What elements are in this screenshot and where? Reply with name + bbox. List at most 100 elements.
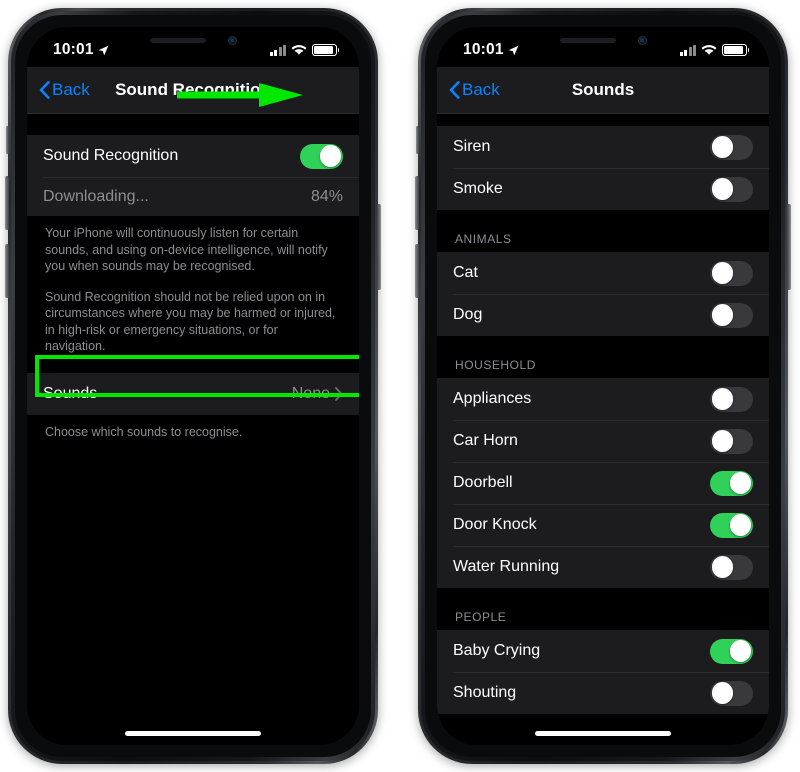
sound-toggle-appliances[interactable] (710, 386, 753, 412)
back-button-label: Back (462, 80, 500, 99)
sound-row-label: Doorbell (453, 474, 513, 491)
battery-icon (722, 44, 750, 56)
sound-row-label: Smoke (453, 180, 503, 197)
location-arrow-icon (508, 45, 518, 55)
sound-toggle-water-running[interactable] (710, 554, 753, 580)
back-button-label: Back (52, 80, 90, 99)
home-indicator-left[interactable] (125, 731, 261, 736)
sound-recognition-toggle[interactable] (300, 143, 343, 169)
status-indicators (679, 44, 750, 56)
notch-left (109, 27, 277, 53)
sound-row-label: Dog (453, 306, 483, 323)
wifi-icon (291, 45, 307, 55)
power-button-right[interactable] (787, 204, 791, 290)
status-time-group: 10:01 (463, 41, 519, 59)
status-time-group: 10:01 (53, 41, 109, 59)
sound-row[interactable]: Cat (437, 252, 769, 294)
toggle-knob (711, 304, 734, 326)
sound-row[interactable]: Siren (437, 126, 769, 168)
toggle-knob (319, 145, 342, 167)
list-top-spacer (437, 113, 769, 126)
toggle-knob (711, 556, 734, 578)
phone-left-inner: 10:01 Back Sound Recognition Sound Recog… (15, 15, 371, 757)
front-camera-icon (227, 35, 237, 45)
battery-icon (312, 44, 340, 56)
screen-sound-recognition: 10:01 Back Sound Recognition Sound Recog… (27, 27, 359, 745)
sound-row[interactable]: Water Running (437, 546, 769, 588)
toggle-knob (729, 640, 752, 662)
chevron-left-icon (449, 81, 460, 99)
sound-row[interactable]: Door Knock (437, 504, 769, 546)
sounds-label: Sounds (43, 384, 98, 402)
volume-down-button[interactable] (5, 244, 9, 298)
earpiece-speaker-icon (149, 37, 206, 43)
sound-toggle-car-horn[interactable] (710, 428, 753, 454)
sound-group-1: Cat Dog (437, 252, 769, 336)
sound-row[interactable]: Car Horn (437, 420, 769, 462)
sound-row-label: Water Running (453, 558, 560, 575)
sound-toggle-baby-crying[interactable] (710, 638, 753, 664)
downloading-label: Downloading... (43, 187, 149, 205)
sound-row[interactable]: Dog (437, 294, 769, 336)
status-indicators (269, 44, 340, 56)
location-arrow-icon (98, 45, 108, 55)
power-button[interactable] (377, 204, 381, 290)
sounds-value: None (291, 384, 330, 402)
toggle-knob (711, 178, 734, 200)
earpiece-speaker-icon (559, 37, 616, 43)
sound-toggle-cat[interactable] (710, 260, 753, 286)
phone-right-inner: 10:01 Back Sounds Siren Smoke ANIMALS Ca… (425, 15, 781, 757)
nav-bar-right: Back Sounds (437, 67, 769, 114)
nav-bar-left: Back Sound Recognition (27, 67, 359, 114)
back-button-left[interactable]: Back (27, 80, 90, 100)
silent-switch-right[interactable] (416, 126, 419, 154)
chevron-left-icon (39, 81, 50, 99)
volume-down-button-right[interactable] (415, 244, 419, 298)
sound-recognition-row[interactable]: Sound Recognition (27, 135, 359, 177)
sound-toggle-door-knock[interactable] (710, 512, 753, 538)
sound-row[interactable]: Shouting (437, 672, 769, 714)
front-camera-icon (637, 35, 647, 45)
chevron-right-icon (335, 386, 343, 401)
toggle-knob (729, 514, 752, 536)
footnote-1: Your iPhone will continuously listen for… (45, 226, 328, 273)
silent-switch[interactable] (6, 126, 9, 154)
toggle-knob (711, 388, 734, 410)
sound-toggle-doorbell[interactable] (710, 470, 753, 496)
phone-right: 10:01 Back Sounds Siren Smoke ANIMALS Ca… (415, 8, 791, 764)
toggle-knob (711, 136, 734, 158)
sounds-row[interactable]: Sounds None (27, 373, 359, 415)
back-button-right[interactable]: Back (437, 80, 500, 100)
sound-recognition-group: Sound Recognition Downloading... 84% (27, 135, 359, 216)
wifi-icon (701, 45, 717, 55)
sound-group-2: Appliances Car Horn Doorbell Door Knock Wate… (437, 378, 769, 588)
sound-row-label: Cat (453, 264, 478, 281)
sound-row[interactable]: Smoke (437, 168, 769, 210)
section-header-animals: ANIMALS (455, 232, 512, 246)
sounds-value-group: None (292, 385, 343, 403)
toggle-knob (711, 262, 734, 284)
status-time: 10:01 (53, 41, 94, 58)
screen-sounds-list: 10:01 Back Sounds Siren Smoke ANIMALS Ca… (437, 27, 769, 745)
sound-group-0: Siren Smoke (437, 126, 769, 210)
sound-group-3: Baby Crying Shouting (437, 630, 769, 714)
sound-row[interactable]: Baby Crying (437, 630, 769, 672)
sounds-sections: Siren Smoke ANIMALS Cat Dog HOUSEHOLD Applianc… (437, 113, 769, 714)
volume-up-button[interactable] (5, 176, 9, 230)
sound-toggle-siren[interactable] (710, 134, 753, 160)
sound-toggle-dog[interactable] (710, 302, 753, 328)
sound-row-label: Appliances (453, 390, 532, 407)
toggle-knob (711, 682, 734, 704)
phone-left: 10:01 Back Sound Recognition Sound Recog… (5, 8, 381, 764)
home-indicator-right[interactable] (535, 731, 671, 736)
sound-row-label: Car Horn (453, 432, 518, 449)
sound-toggle-shouting[interactable] (710, 680, 753, 706)
notch-right (519, 27, 687, 53)
toggle-knob (711, 430, 734, 452)
sound-row-label: Baby Crying (453, 642, 541, 659)
sound-row[interactable]: Appliances (437, 378, 769, 420)
volume-up-button-right[interactable] (415, 176, 419, 230)
section-header-household: HOUSEHOLD (455, 358, 536, 372)
sound-toggle-smoke[interactable] (710, 176, 753, 202)
sound-row[interactable]: Doorbell (437, 462, 769, 504)
